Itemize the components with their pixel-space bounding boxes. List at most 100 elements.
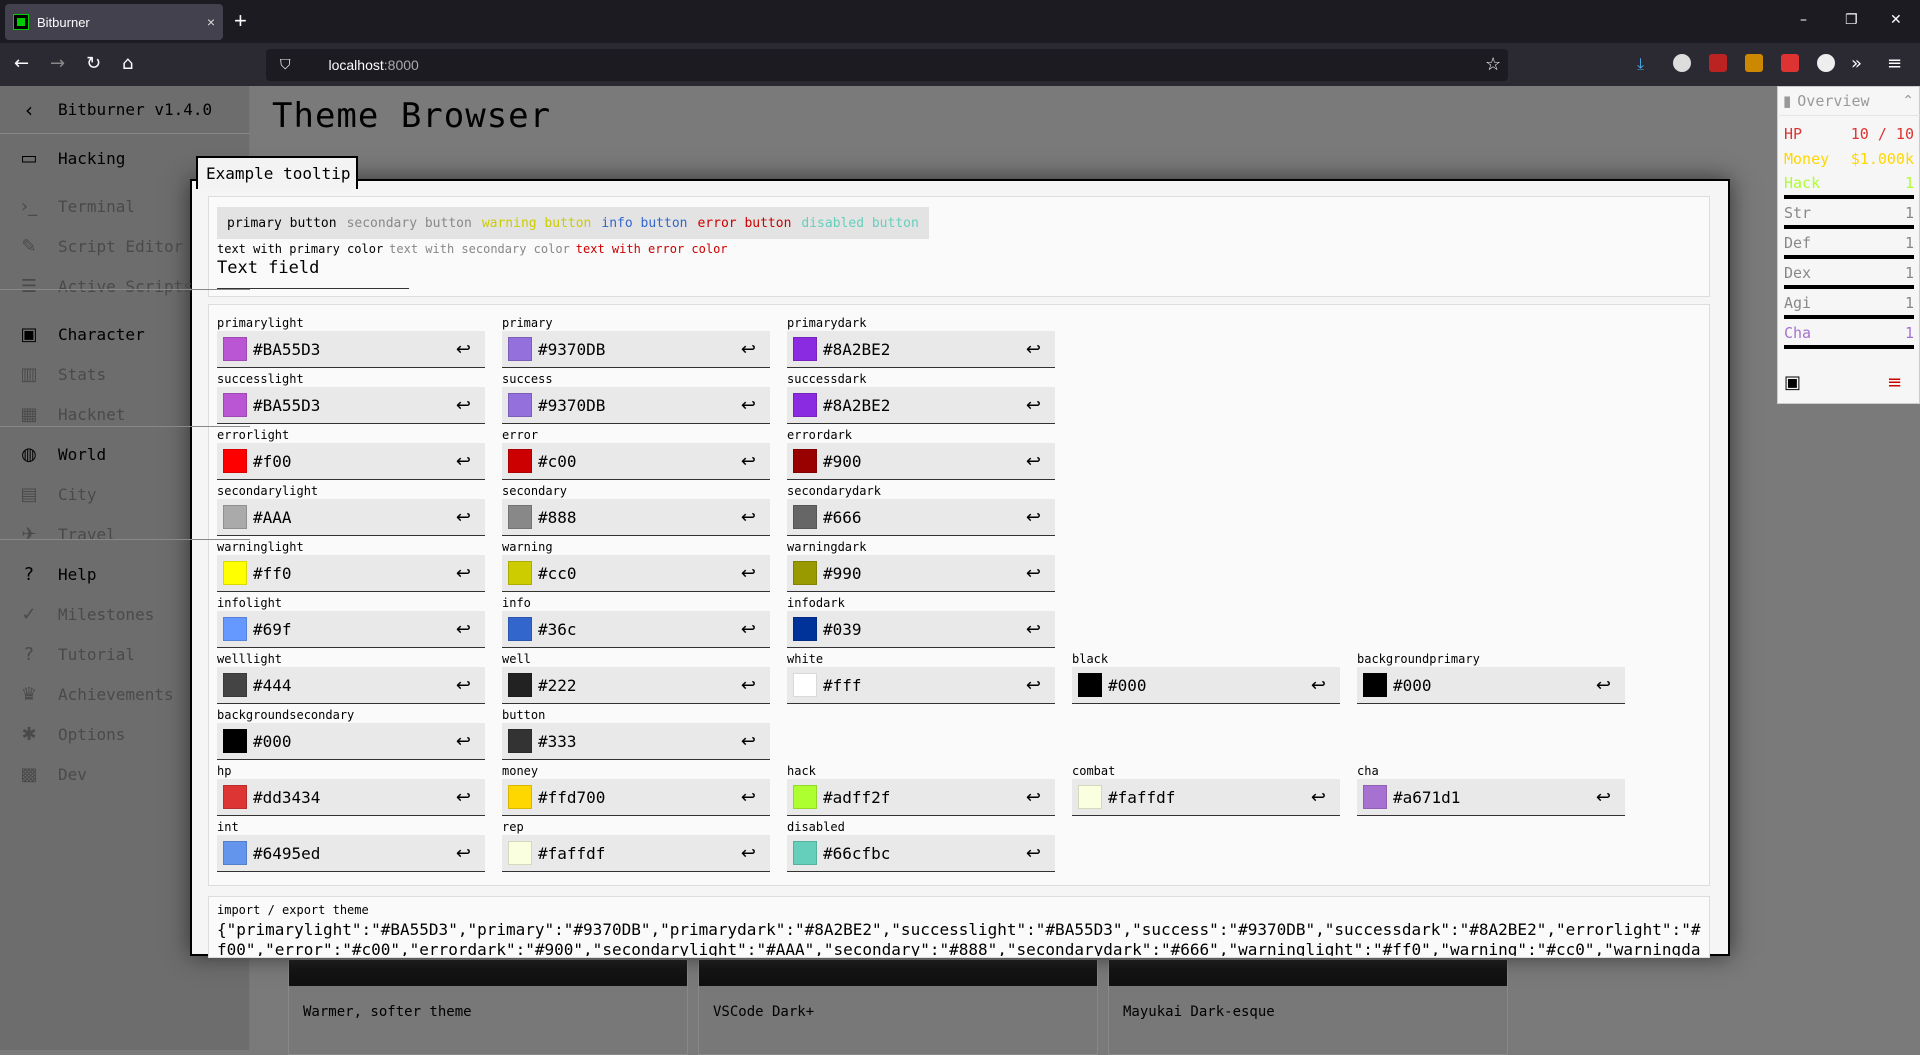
sidebar-item-active-scripts[interactable]: ☰ Active Scripts <box>0 262 250 310</box>
secondary-color-field[interactable]: #888 ↩ <box>502 499 770 536</box>
url-bar[interactable]: ⛉ localhost:8000 <box>266 49 1508 81</box>
profile-icon[interactable] <box>1817 54 1835 72</box>
reset-icon[interactable]: ↩ <box>1596 675 1611 696</box>
int-color-field[interactable]: #6495ed ↩ <box>217 835 485 872</box>
close-window-button[interactable]: ✕ <box>1890 12 1902 28</box>
reset-icon[interactable]: ↩ <box>456 619 471 640</box>
primarydark-color-field[interactable]: #8A2BE2 ↩ <box>787 331 1055 368</box>
reset-icon[interactable]: ↩ <box>1026 787 1041 808</box>
info-swatch[interactable] <box>508 617 532 641</box>
download-icon[interactable]: ⤓ <box>1637 54 1655 73</box>
error-color-field[interactable]: #c00 ↩ <box>502 443 770 480</box>
secondarydark-swatch[interactable] <box>793 505 817 529</box>
info-color-field[interactable]: #36c ↩ <box>502 611 770 648</box>
reset-icon[interactable]: ↩ <box>741 507 756 528</box>
warning-color-field[interactable]: #cc0 ↩ <box>502 555 770 592</box>
reset-icon[interactable]: ↩ <box>456 787 471 808</box>
extension-red-icon[interactable] <box>1781 54 1799 72</box>
backgroundprimary-swatch[interactable] <box>1363 673 1387 697</box>
welllight-color-field[interactable]: #444 ↩ <box>217 667 485 704</box>
secondarylight-color-field[interactable]: #AAA ↩ <box>217 499 485 536</box>
primarydark-swatch[interactable] <box>793 337 817 361</box>
reset-icon[interactable]: ↩ <box>456 675 471 696</box>
hack-color-field[interactable]: #adff2f ↩ <box>787 779 1055 816</box>
preview-button-4[interactable]: info button <box>601 216 687 231</box>
reset-icon[interactable]: ↩ <box>741 787 756 808</box>
reset-icon[interactable]: ↩ <box>456 507 471 528</box>
backgroundprimary-color-field[interactable]: #000 ↩ <box>1357 667 1625 704</box>
extension-icon[interactable] <box>1673 54 1691 72</box>
reset-icon[interactable]: ↩ <box>741 619 756 640</box>
tab-close-icon[interactable]: × <box>207 14 215 30</box>
primary-color-field[interactable]: #9370DB ↩ <box>502 331 770 368</box>
preview-button-5[interactable]: error button <box>697 216 791 231</box>
backgroundsecondary-color-field[interactable]: #000 ↩ <box>217 723 485 760</box>
button-swatch[interactable] <box>508 729 532 753</box>
hp-swatch[interactable] <box>223 785 247 809</box>
infodark-color-field[interactable]: #039 ↩ <box>787 611 1055 648</box>
preview-button-6[interactable]: disabled button <box>801 216 918 231</box>
reset-icon[interactable]: ↩ <box>456 339 471 360</box>
reset-icon[interactable]: ↩ <box>456 731 471 752</box>
overview-header[interactable]: ▮ Overview ⌃ <box>1777 86 1920 116</box>
hack-swatch[interactable] <box>793 785 817 809</box>
reset-icon[interactable]: ↩ <box>1026 843 1041 864</box>
reset-icon[interactable]: ↩ <box>1026 507 1041 528</box>
combat-color-field[interactable]: #faffdf ↩ <box>1072 779 1340 816</box>
primarylight-swatch[interactable] <box>223 337 247 361</box>
reset-icon[interactable]: ↩ <box>1026 339 1041 360</box>
reset-icon[interactable]: ↩ <box>741 731 756 752</box>
warningdark-swatch[interactable] <box>793 561 817 585</box>
restore-button[interactable]: ❐ <box>1845 12 1858 28</box>
overflow-icon[interactable]: » <box>1851 53 1862 75</box>
primarylight-color-field[interactable]: #BA55D3 ↩ <box>217 331 485 368</box>
secondary-swatch[interactable] <box>508 505 532 529</box>
reload-icon[interactable]: ↻ <box>86 53 101 75</box>
infodark-swatch[interactable] <box>793 617 817 641</box>
warning-swatch[interactable] <box>508 561 532 585</box>
ublock-icon[interactable] <box>1709 54 1727 72</box>
reset-icon[interactable]: ↩ <box>741 395 756 416</box>
kill-scripts-icon[interactable]: ≡ <box>1887 372 1902 393</box>
chevron-up-icon[interactable]: ⌃ <box>1902 93 1914 109</box>
infolight-swatch[interactable] <box>223 617 247 641</box>
reset-icon[interactable]: ↩ <box>741 563 756 584</box>
cha-swatch[interactable] <box>1363 785 1387 809</box>
forward-icon[interactable]: → <box>50 53 65 75</box>
extension-badge-icon[interactable] <box>1745 54 1763 72</box>
reset-icon[interactable]: ↩ <box>1311 675 1326 696</box>
reset-icon[interactable]: ↩ <box>1026 563 1041 584</box>
welllight-swatch[interactable] <box>223 673 247 697</box>
backgroundsecondary-swatch[interactable] <box>223 729 247 753</box>
preview-button-2[interactable]: secondary button <box>347 216 472 231</box>
success-swatch[interactable] <box>508 393 532 417</box>
errorlight-swatch[interactable] <box>223 449 247 473</box>
reset-icon[interactable]: ↩ <box>1026 619 1041 640</box>
black-color-field[interactable]: #000 ↩ <box>1072 667 1340 704</box>
well-swatch[interactable] <box>508 673 532 697</box>
errorlight-color-field[interactable]: #f00 ↩ <box>217 443 485 480</box>
collapse-chevron-icon[interactable]: ‹ <box>0 98 58 122</box>
errordark-color-field[interactable]: #900 ↩ <box>787 443 1055 480</box>
reset-icon[interactable]: ↩ <box>1311 787 1326 808</box>
well-color-field[interactable]: #222 ↩ <box>502 667 770 704</box>
reset-icon[interactable]: ↩ <box>456 843 471 864</box>
reset-icon[interactable]: ↩ <box>1026 451 1041 472</box>
minimize-button[interactable]: – <box>1800 12 1807 28</box>
reset-icon[interactable]: ↩ <box>456 563 471 584</box>
reset-icon[interactable]: ↩ <box>1026 675 1041 696</box>
disabled-color-field[interactable]: #66cfbc ↩ <box>787 835 1055 872</box>
successlight-color-field[interactable]: #BA55D3 ↩ <box>217 387 485 424</box>
successlight-swatch[interactable] <box>223 393 247 417</box>
money-color-field[interactable]: #ffd700 ↩ <box>502 779 770 816</box>
black-swatch[interactable] <box>1078 673 1102 697</box>
reset-icon[interactable]: ↩ <box>741 339 756 360</box>
warninglight-color-field[interactable]: #ff0 ↩ <box>217 555 485 592</box>
preview-button-3[interactable]: warning button <box>482 216 592 231</box>
cha-color-field[interactable]: #a671d1 ↩ <box>1357 779 1625 816</box>
reset-icon[interactable]: ↩ <box>456 451 471 472</box>
reset-icon[interactable]: ↩ <box>741 843 756 864</box>
error-swatch[interactable] <box>508 449 532 473</box>
money-swatch[interactable] <box>508 785 532 809</box>
white-color-field[interactable]: #fff ↩ <box>787 667 1055 704</box>
